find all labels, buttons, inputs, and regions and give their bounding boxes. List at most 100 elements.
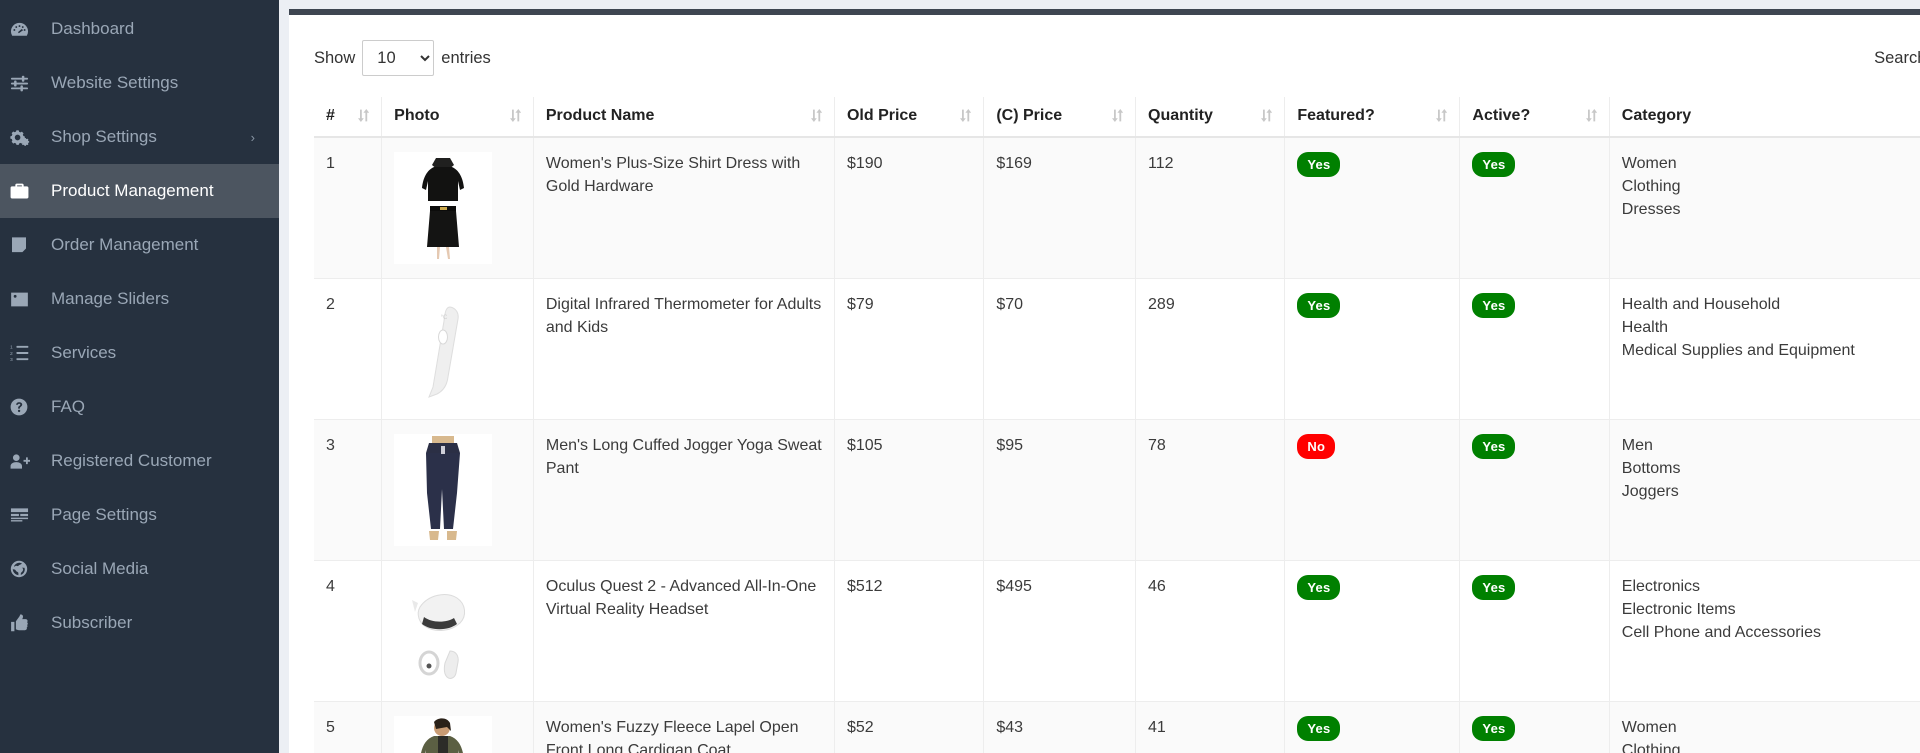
cell-category: Men Bottoms Joggers — [1609, 419, 1920, 561]
category-line: Men — [1621, 437, 1653, 454]
search-label: Search: — [1874, 48, 1920, 67]
cell-product-name: Oculus Quest 2 - Advanced All-In-One Vir… — [533, 560, 835, 702]
sidebar-item-order-management[interactable]: Order Management — [0, 218, 279, 272]
sidebar: Dashboard Website Settings Shop Settings › P… — [0, 0, 279, 753]
cell-active: Yes — [1459, 419, 1610, 561]
sidebar-item-shop-settings[interactable]: Shop Settings › — [0, 110, 279, 164]
sidebar-item-services[interactable]: 1 2 3 Services — [0, 326, 279, 380]
sort-icon — [358, 108, 370, 125]
cell-product-name: Digital Infrared Thermometer for Adults … — [533, 278, 835, 420]
products-table: # Photo Product Name Old Price (C) Price Quan… — [314, 97, 1920, 753]
cell-category: WomenClothingCoats & Jackets — [1609, 701, 1920, 753]
cell-category: Electronics Electronic Items Cell Phone an… — [1609, 560, 1920, 702]
thumbs-up-icon — [10, 614, 40, 632]
category-line: Health and Household — [1621, 296, 1781, 313]
page-length-control: Show 102550100 entries — [314, 40, 491, 76]
cell-featured: Yes — [1284, 701, 1461, 753]
sort-icon — [509, 108, 522, 125]
sidebar-item-registered-customer[interactable]: Registered Customer — [0, 434, 279, 488]
column-header-c-price[interactable]: (C) Price — [983, 97, 1137, 138]
sidebar-item-label: Registered Customer — [51, 451, 212, 470]
category-line: Medical Supplies and Equipment — [1621, 342, 1855, 360]
cell-row-number: 5 — [314, 701, 383, 753]
cell-quantity: 46 — [1135, 560, 1286, 702]
category-line: Women — [1621, 719, 1677, 736]
featured-badge: Yes — [1297, 152, 1341, 177]
table-header-row: # Photo Product Name Old Price (C) Price Quan… — [314, 97, 1920, 138]
cell-featured: Yes — [1284, 560, 1461, 702]
sidebar-item-manage-sliders[interactable]: Manage Sliders — [0, 272, 279, 326]
sidebar-item-social-media[interactable]: Social Media — [0, 542, 279, 596]
cell-row-number: 4 — [314, 560, 383, 702]
column-header-label: Quantity — [1148, 107, 1213, 124]
category-line: Clothing — [1621, 178, 1681, 196]
cell-active: Yes — [1459, 560, 1610, 702]
category-line: Health — [1621, 319, 1669, 337]
sidebar-item-website-settings[interactable]: Website Settings — [0, 56, 279, 110]
cell-featured: No — [1284, 419, 1461, 561]
table-body: 1 Women's Plus-Size Shirt Dress with Gold… — [314, 137, 1920, 753]
column-header-product-name[interactable]: Product Name — [533, 97, 835, 138]
sliders-icon — [10, 74, 40, 93]
cell-active: Yes — [1459, 137, 1610, 279]
category-line: Bottoms — [1621, 460, 1681, 478]
chevron-right-icon: › — [250, 129, 255, 145]
cell-active: Yes — [1459, 701, 1610, 753]
sidebar-item-label: Manage Sliders — [51, 289, 170, 308]
sort-icon — [810, 108, 823, 125]
cell-photo — [381, 419, 534, 561]
sidebar-item-dashboard[interactable]: Dashboard — [0, 2, 279, 56]
cell-old-price: $79 — [834, 278, 985, 420]
sidebar-item-label: Product Management — [51, 181, 214, 200]
window-icon — [10, 507, 40, 523]
column-header-label: Category — [1621, 107, 1692, 124]
cell-photo: °C — [381, 278, 534, 420]
table-row: 4 Oculus Quest 2 - Advanced All-In-One Vi… — [314, 560, 1920, 702]
womens-fuzzy-fleece-cardigan-coat-thumbnail — [394, 716, 521, 753]
sort-icon — [1112, 108, 1124, 125]
sort-icon — [1585, 108, 1597, 125]
sort-icon — [960, 108, 972, 125]
women-plus-size-shirt-dress-thumbnail — [394, 152, 521, 264]
digital-infrared-thermometer-thumbnail: °C — [394, 293, 521, 405]
column-header-label: Featured? — [1297, 107, 1375, 124]
sidebar-item-label: Social Media — [51, 559, 149, 578]
sidebar-item-label: Subscriber — [51, 613, 133, 632]
featured-badge: Yes — [1297, 293, 1341, 318]
sidebar-item-subscriber[interactable]: Subscriber — [0, 596, 279, 650]
cell-quantity: 112 — [1135, 137, 1286, 279]
category-line: Electronic Items — [1621, 601, 1736, 619]
svg-text:1: 1 — [10, 345, 13, 351]
column-header-quantity[interactable]: Quantity — [1135, 97, 1286, 138]
briefcase-icon — [10, 182, 40, 200]
cell-old-price: $52 — [834, 701, 985, 753]
column-header-label: # — [326, 107, 335, 124]
column-header-label: Active? — [1472, 107, 1531, 124]
column-header-active[interactable]: Active? — [1459, 97, 1610, 138]
sidebar-item-faq[interactable]: FAQ — [0, 380, 279, 434]
image-icon — [10, 291, 40, 308]
column-header-category[interactable]: Category — [1609, 97, 1920, 138]
column-header-num[interactable]: # — [314, 97, 383, 138]
sidebar-item-product-management[interactable]: Product Management — [0, 164, 279, 218]
svg-text:°C: °C — [441, 315, 448, 321]
sidebar-item-page-settings[interactable]: Page Settings — [0, 488, 279, 542]
main-content: Show 102550100 entries Search: — [279, 0, 1920, 753]
cell-current-price: $169 — [983, 137, 1137, 279]
column-header-old-price[interactable]: Old Price — [834, 97, 985, 138]
column-header-featured[interactable]: Featured? — [1284, 97, 1461, 138]
cell-current-price: $43 — [983, 701, 1137, 753]
category-line: Women — [1621, 155, 1677, 172]
sidebar-item-label: Dashboard — [51, 19, 135, 38]
page-length-select[interactable]: 102550100 — [362, 40, 435, 76]
sidebar-item-label: Order Management — [51, 235, 199, 254]
column-header-label: Product Name — [545, 107, 655, 124]
category-line: Clothing — [1621, 742, 1681, 753]
cell-row-number: 3 — [314, 419, 383, 561]
featured-badge: Yes — [1297, 575, 1341, 600]
cell-photo — [381, 560, 534, 702]
datatable-controls: Show 102550100 entries Search: — [314, 35, 1920, 81]
cell-current-price: $95 — [983, 419, 1137, 561]
table-head: # Photo Product Name Old Price (C) Price Quan… — [314, 97, 1920, 138]
column-header-photo[interactable]: Photo — [381, 97, 534, 138]
